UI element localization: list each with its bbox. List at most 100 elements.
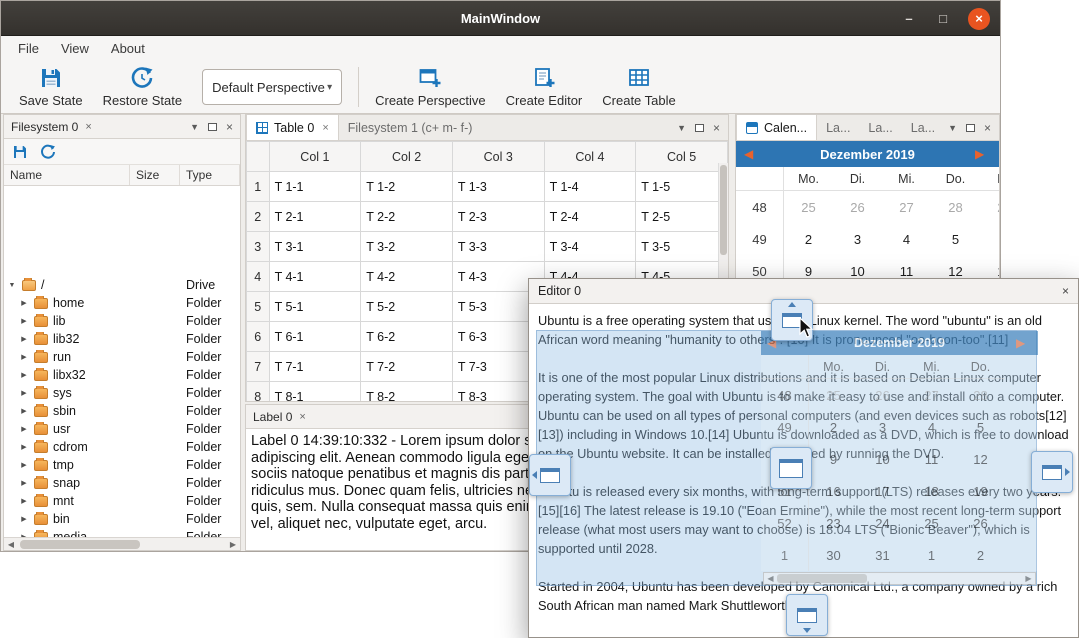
table-cell[interactable]: T 3-5 [636, 232, 728, 262]
table-cell[interactable]: T 3-3 [452, 232, 544, 262]
table-cell[interactable]: T 1-4 [544, 172, 636, 202]
chevron-down-icon[interactable]: ▼ [677, 123, 686, 133]
table-cell[interactable]: T 2-2 [361, 202, 453, 232]
scrollbar-thumb[interactable] [720, 165, 727, 255]
column-header-name[interactable]: Name [4, 165, 130, 185]
calendar-day[interactable]: 25 [784, 191, 833, 223]
perspective-select[interactable]: Default Perspective ▾ [202, 69, 342, 105]
table-cell[interactable]: T 3-2 [361, 232, 453, 262]
table-cell[interactable]: T 5-2 [361, 292, 453, 322]
tree-row[interactable]: ▶homeFolder [4, 294, 240, 312]
row-header[interactable]: 6 [247, 322, 270, 352]
calendar-month-year[interactable]: Dezember 2019 [760, 147, 975, 162]
expand-expanded-icon[interactable]: ▼ [7, 282, 17, 289]
close-icon[interactable]: × [984, 121, 991, 135]
column-header-size[interactable]: Size [130, 165, 180, 185]
row-header[interactable]: 1 [247, 172, 270, 202]
close-icon[interactable]: × [322, 122, 328, 134]
close-icon[interactable]: × [1062, 284, 1069, 298]
calendar-day[interactable]: 26 [833, 191, 882, 223]
tab-filesystem-1-c-m-f[interactable]: Filesystem 1 (c+ m- f-) [339, 115, 482, 140]
next-month-button[interactable]: ▶ [975, 147, 991, 161]
tree-row[interactable]: ▶sysFolder [4, 384, 240, 402]
table-cell[interactable]: T 7-1 [269, 352, 361, 382]
create-table-button[interactable]: Create Table [592, 64, 685, 110]
close-icon[interactable]: × [299, 411, 305, 423]
dock-indicator-right[interactable] [1031, 451, 1073, 493]
table-cell[interactable]: T 2-4 [544, 202, 636, 232]
row-header[interactable]: 3 [247, 232, 270, 262]
dock-indicator-bottom[interactable] [786, 594, 828, 636]
tree-row[interactable]: ▶binFolder [4, 510, 240, 528]
table-cell[interactable]: T 2-1 [269, 202, 361, 232]
calendar-day[interactable]: 4 [882, 223, 931, 255]
table-cell[interactable]: T 1-5 [636, 172, 728, 202]
row-header[interactable]: 2 [247, 202, 270, 232]
tree-row[interactable]: ▶libFolder [4, 312, 240, 330]
table-cell[interactable]: T 1-3 [452, 172, 544, 202]
tree-row[interactable]: ▶snapFolder [4, 474, 240, 492]
menu-item-about[interactable]: About [100, 38, 156, 59]
calendar-day[interactable]: 6 [980, 223, 1000, 255]
calendar-day[interactable]: 5 [931, 223, 980, 255]
column-header[interactable]: Col 5 [636, 142, 728, 172]
close-icon[interactable]: × [226, 120, 233, 134]
row-header[interactable]: 8 [247, 382, 270, 402]
tree-row[interactable]: ▶mediaFolder [4, 528, 240, 537]
calendar-month[interactable]: Dezember [820, 147, 882, 162]
expand-collapsed-icon[interactable]: ▶ [19, 371, 29, 379]
table-cell[interactable]: T 6-1 [269, 322, 361, 352]
tree-row[interactable]: ▶usrFolder [4, 420, 240, 438]
table-cell[interactable]: T 1-2 [361, 172, 453, 202]
expand-collapsed-icon[interactable]: ▶ [19, 317, 29, 325]
expand-collapsed-icon[interactable]: ▶ [19, 461, 29, 469]
table-cell[interactable]: T 8-2 [361, 382, 453, 402]
table-cell[interactable]: T 5-1 [269, 292, 361, 322]
table-cell[interactable]: T 4-2 [361, 262, 453, 292]
calendar-day[interactable]: 2 [784, 223, 833, 255]
tab-la[interactable]: La... [859, 115, 901, 140]
expand-collapsed-icon[interactable]: ▶ [19, 353, 29, 361]
table-cell[interactable]: T 8-1 [269, 382, 361, 402]
dock-indicator-left[interactable] [529, 454, 571, 496]
column-header[interactable]: Col 1 [269, 142, 361, 172]
tree-row[interactable]: ▶mntFolder [4, 492, 240, 510]
float-icon[interactable] [695, 124, 704, 132]
tree-row[interactable]: ▶sbinFolder [4, 402, 240, 420]
expand-collapsed-icon[interactable]: ▶ [19, 389, 29, 397]
table-cell[interactable]: T 3-4 [544, 232, 636, 262]
menu-item-file[interactable]: File [7, 38, 50, 59]
create-perspective-button[interactable]: Create Perspective [365, 64, 496, 110]
dock-indicator-center[interactable] [770, 447, 812, 489]
column-header[interactable]: Col 3 [452, 142, 544, 172]
create-editor-button[interactable]: Create Editor [496, 64, 593, 110]
scrollbar-thumb[interactable] [20, 540, 140, 549]
row-header[interactable]: 7 [247, 352, 270, 382]
close-icon[interactable]: × [713, 121, 720, 135]
prev-month-button[interactable]: ◀ [744, 147, 760, 161]
menu-item-view[interactable]: View [50, 38, 100, 59]
float-icon[interactable] [966, 124, 975, 132]
close-icon[interactable]: × [85, 121, 91, 133]
tab-la[interactable]: La... [902, 115, 944, 140]
table-cell[interactable]: T 2-3 [452, 202, 544, 232]
horizontal-scrollbar[interactable]: ◀ ▶ [4, 537, 240, 550]
row-header[interactable]: 4 [247, 262, 270, 292]
save-state-button[interactable]: Save State [9, 64, 93, 110]
tab-calen[interactable]: Calen... [736, 115, 817, 140]
tab-table-0[interactable]: Table 0× [246, 115, 339, 140]
scroll-right-icon[interactable]: ▶ [226, 540, 240, 549]
restore-icon[interactable] [40, 144, 56, 160]
tree-row[interactable]: ▶tmpFolder [4, 456, 240, 474]
scroll-left-icon[interactable]: ◀ [4, 540, 18, 549]
expand-collapsed-icon[interactable]: ▶ [19, 335, 29, 343]
restore-state-button[interactable]: Restore State [93, 64, 193, 110]
calendar-year[interactable]: 2019 [886, 147, 915, 162]
expand-collapsed-icon[interactable]: ▶ [19, 299, 29, 307]
calendar-day[interactable]: 3 [833, 223, 882, 255]
filesystem-dock-titlebar[interactable]: Filesystem 0 × ▼ × [4, 115, 240, 139]
table-cell[interactable]: T 2-5 [636, 202, 728, 232]
table-cell[interactable]: T 1-1 [269, 172, 361, 202]
expand-collapsed-icon[interactable]: ▶ [19, 407, 29, 415]
window-titlebar[interactable]: MainWindow – □ × [1, 1, 1000, 36]
